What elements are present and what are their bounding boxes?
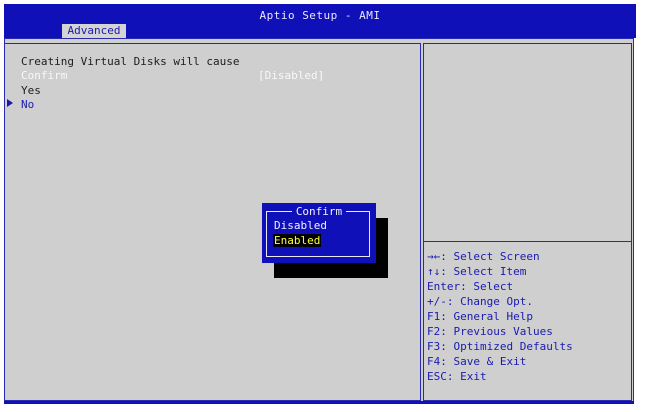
- option-no[interactable]: No: [21, 98, 34, 111]
- description-text: Creating Virtual Disks will cause: [21, 55, 240, 68]
- popup-title: Confirm: [262, 205, 376, 218]
- help-enter-select: Enter: Select: [427, 280, 514, 293]
- tab-advanced[interactable]: Advanced: [62, 24, 126, 38]
- selection-arrow-icon: [7, 99, 13, 107]
- help-select-screen: →←: Select Screen: [427, 250, 540, 263]
- help-previous-values: F2: Previous Values: [427, 325, 553, 338]
- help-save-exit: F4: Save & Exit: [427, 355, 527, 368]
- help-esc-exit: ESC: Exit: [427, 370, 487, 383]
- help-change-opt: +/-: Change Opt.: [427, 295, 533, 308]
- confirm-item-value[interactable]: [Disabled]: [258, 69, 324, 82]
- help-select-item: ↑↓: Select Item: [427, 265, 527, 278]
- confirm-popup: Confirm Disabled Enabled: [262, 203, 376, 263]
- help-divider: [423, 241, 632, 242]
- help-optimized-defaults: F3: Optimized Defaults: [427, 340, 573, 353]
- help-general-help: F1: General Help: [427, 310, 533, 323]
- title-bar: Aptio Setup - AMI Advanced: [4, 4, 636, 38]
- popup-option-enabled[interactable]: Enabled: [273, 234, 322, 247]
- option-yes[interactable]: Yes: [21, 84, 41, 97]
- bios-screen: Aptio Setup - AMI Advanced Creating Virt…: [0, 0, 654, 412]
- popup-option-disabled[interactable]: Disabled: [274, 219, 327, 232]
- confirm-item-label[interactable]: Confirm: [21, 69, 67, 82]
- popup-title-text: Confirm: [291, 205, 347, 218]
- app-title: Aptio Setup - AMI: [259, 9, 381, 22]
- bottom-border: [4, 401, 634, 404]
